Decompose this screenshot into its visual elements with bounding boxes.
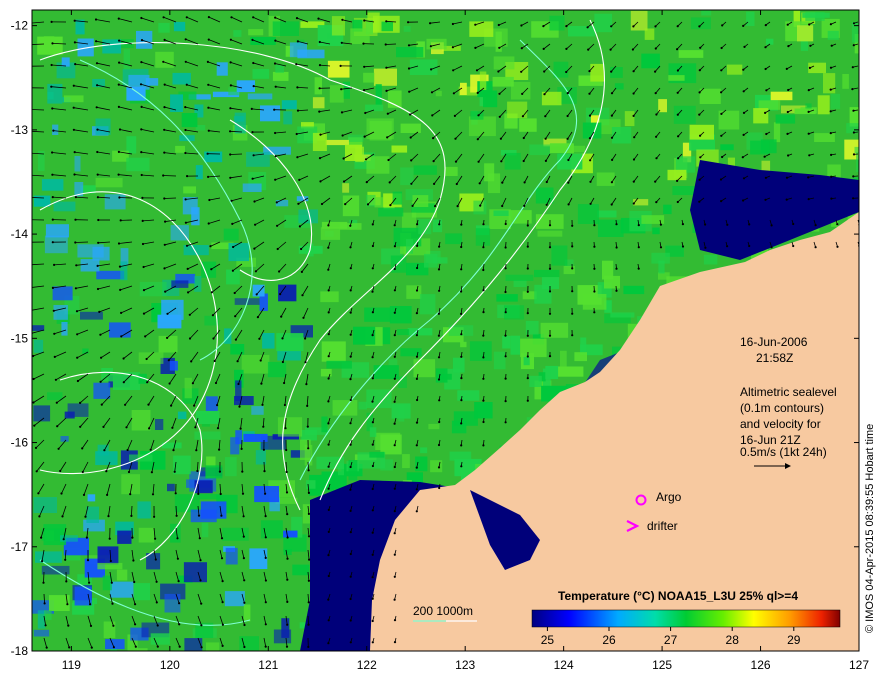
- lon-tick-label: 125: [652, 658, 672, 672]
- alt-line-1: Altimetric sealevel: [740, 385, 837, 399]
- credit-text: © IMOS 04-Apr-2015 08:39:55 Hobart time: [864, 423, 876, 633]
- alt-line-5: 0.5m/s (1kt 24h): [740, 445, 827, 459]
- lat-tick-label: -18: [11, 644, 29, 658]
- lon-tick-label: 123: [455, 658, 475, 672]
- colorbar-tick-label: 27: [664, 633, 678, 647]
- depth-label: 200 1000m: [413, 604, 473, 618]
- alt-line-2: (0.1m contours): [740, 401, 824, 415]
- lon-tick-label: 124: [554, 658, 574, 672]
- colorbar-tick-label: 26: [602, 633, 616, 647]
- colorbar-tick-label: 28: [726, 633, 740, 647]
- lat-tick-label: -14: [11, 227, 29, 241]
- colorbar-ramp: [531, 609, 841, 628]
- sst-map-figure: -12 -13 -14 -15 -16 -17 -18 119 120 121 122 123 124 1…: [11, 9, 869, 672]
- lat-tick-label: -15: [11, 331, 29, 345]
- argo-label: Argo: [656, 490, 682, 504]
- alt-line-3: and velocity for: [740, 417, 821, 431]
- lon-tick-label: 122: [357, 658, 377, 672]
- lon-tick-label: 126: [751, 658, 771, 672]
- lon-tick-label: 127: [849, 658, 869, 672]
- colorbar-title: Temperature (°C) NOAA15_L3U 25% ql>=4: [558, 589, 798, 603]
- lon-tick-label: 120: [160, 658, 180, 672]
- lon-tick-label: 119: [62, 658, 81, 672]
- drifter-label: drifter: [647, 519, 678, 533]
- lat-tick-label: -12: [11, 19, 29, 33]
- colorbar-tick-label: 29: [787, 633, 801, 647]
- date-text: 16-Jun-2006: [740, 335, 808, 349]
- colorbar-tick-label: 25: [541, 633, 555, 647]
- lon-tick-label: 121: [258, 658, 278, 672]
- lat-tick-label: -17: [11, 540, 29, 554]
- lat-tick-label: -16: [11, 436, 29, 450]
- time-text: 21:58Z: [756, 351, 793, 365]
- lat-tick-label: -13: [11, 123, 29, 137]
